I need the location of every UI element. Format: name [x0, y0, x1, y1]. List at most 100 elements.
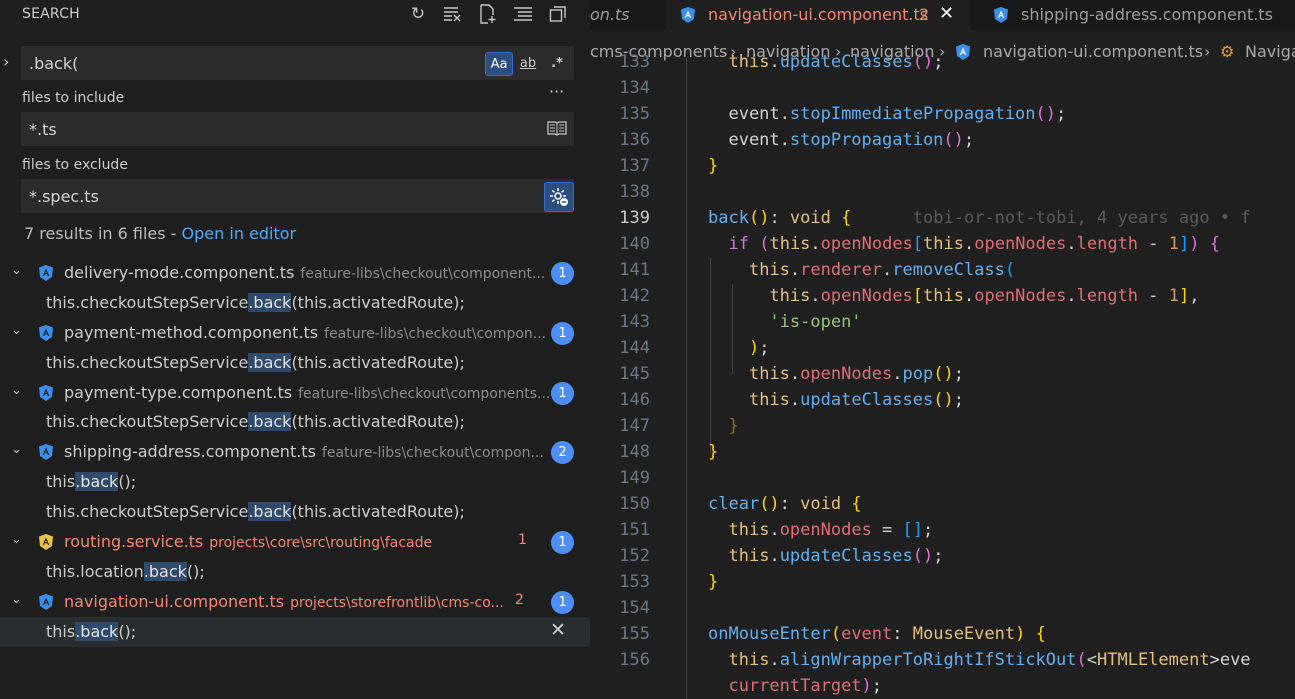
- angular-icon: [681, 7, 695, 27]
- chevron-down-icon[interactable]: ⌄: [11, 532, 22, 547]
- toggle-replace-icon[interactable]: ›: [3, 52, 9, 71]
- match-highlight: .back: [143, 562, 187, 581]
- angular-icon: [39, 444, 53, 460]
- breadcrumb-item[interactable]: navigation-ui.component.ts: [983, 42, 1203, 61]
- result-file-name: delivery-mode.component.ts feature-libs\c…: [64, 263, 546, 282]
- line-number: 142: [619, 286, 650, 306]
- code-line: }: [708, 572, 719, 592]
- view-as-tree-icon[interactable]: [546, 3, 570, 25]
- match-highlight: .back: [75, 622, 119, 641]
- fold-gutter-line: [686, 58, 687, 699]
- include-value: *.ts: [29, 120, 57, 139]
- match-case-toggle[interactable]: Aa: [485, 52, 513, 76]
- result-file-path: feature-libs\checkout\compon...: [324, 326, 547, 342]
- code-line: clear(): void {: [708, 494, 862, 514]
- result-file-name: payment-method.component.ts feature-libs\…: [64, 323, 547, 342]
- line-number: 154: [619, 598, 650, 618]
- result-file-name: navigation-ui.component.ts projects\store…: [64, 592, 504, 611]
- match-text: this.back();: [46, 472, 137, 491]
- angular-icon: [39, 534, 53, 550]
- git-blame[interactable]: tobi-or-not-tobi, 4 years ago • f: [913, 208, 1251, 228]
- search-input[interactable]: .back( Aa ab .*: [21, 46, 574, 80]
- sidebar-header: SEARCH ↻: [0, 0, 590, 28]
- line-number: 144: [619, 338, 650, 358]
- line-number: 156: [619, 650, 650, 670]
- match-text: this.location.back();: [46, 562, 205, 581]
- line-number: 147: [619, 416, 650, 436]
- tab-shipping-address[interactable]: shipping-address.component.ts: [980, 0, 1295, 30]
- result-file-row[interactable]: ⌄ payment-type.component.ts feature-libs\c…: [0, 378, 590, 408]
- line-number: 143: [619, 312, 650, 332]
- result-match-line[interactable]: this.location.back();: [0, 557, 590, 587]
- toggle-details-icon[interactable]: ···: [549, 82, 564, 101]
- chevron-down-icon[interactable]: ⌄: [11, 263, 22, 278]
- chevron-down-icon[interactable]: ⌄: [11, 383, 22, 398]
- match-text: this.checkoutStepService.back(this.activ…: [46, 502, 465, 521]
- match-highlight: .back: [248, 293, 292, 312]
- chevron-down-icon[interactable]: ⌄: [11, 442, 22, 457]
- chevron-down-icon[interactable]: ⌄: [11, 592, 22, 607]
- new-search-editor-icon[interactable]: [476, 3, 500, 25]
- match-highlight: .back: [248, 412, 292, 431]
- header-actions: ↻: [406, 3, 570, 25]
- code-line: if (this.openNodes[this.openNodes.length…: [728, 234, 1221, 254]
- search-value: .back(: [29, 54, 79, 73]
- tab-navigation-ui[interactable]: navigation-ui.component.ts 2 ✕: [666, 0, 970, 30]
- code-line: }: [708, 156, 719, 176]
- summary-text: 7 results in 6 files -: [24, 224, 182, 243]
- include-input[interactable]: *.ts: [21, 112, 574, 146]
- result-file-row[interactable]: ⌄ delivery-mode.component.ts feature-libs\…: [0, 258, 590, 288]
- tab-previous[interactable]: on.ts: [590, 0, 666, 30]
- problem-count: 2: [515, 592, 524, 608]
- result-file-path: projects\core\src\routing\facade: [209, 535, 433, 551]
- line-number: 140: [619, 234, 650, 254]
- breadcrumb-item[interactable]: Naviga: [1245, 42, 1295, 61]
- result-file-path: feature-libs\checkout\component...: [300, 266, 546, 282]
- line-number: 152: [619, 546, 650, 566]
- gear-exclude-icon[interactable]: [544, 182, 574, 212]
- exclude-value: *.spec.ts: [29, 187, 99, 206]
- book-icon[interactable]: [547, 120, 567, 140]
- search-sidebar: SEARCH ↻ › .back( Aa ab .* ··· files to …: [0, 0, 590, 699]
- line-number: 136: [619, 130, 650, 150]
- clear-results-icon[interactable]: [441, 3, 465, 25]
- line-number: 153: [619, 572, 650, 592]
- symbol-icon: ⚙: [1220, 42, 1235, 61]
- result-match-line[interactable]: this.checkoutStepService.back(this.activ…: [0, 348, 590, 378]
- tab-close-icon[interactable]: ✕: [939, 3, 954, 24]
- code-line: this.updateClasses();: [728, 52, 944, 72]
- result-file-row[interactable]: ⌄ payment-method.component.ts feature-libs…: [0, 318, 590, 348]
- result-count-badge: 2: [551, 441, 574, 464]
- code-line: );: [748, 338, 770, 358]
- dismiss-icon[interactable]: ✕: [550, 619, 566, 641]
- collapse-all-icon[interactable]: [511, 3, 535, 25]
- result-file-row[interactable]: ⌄ routing.service.ts projects\core\src\rou…: [0, 527, 590, 557]
- result-file-row[interactable]: ⌄ navigation-ui.component.ts projects\stor…: [0, 587, 590, 617]
- chevron-down-icon[interactable]: ⌄: [11, 323, 22, 338]
- code-line: this.alignWrapperToRightIfStickOut(<HTML…: [728, 650, 1251, 670]
- exclude-input[interactable]: *.spec.ts: [21, 179, 574, 213]
- line-number: 155: [619, 624, 650, 644]
- result-match-line[interactable]: this.back(); ✕: [0, 617, 590, 647]
- exclude-label: files to exclude: [22, 157, 128, 173]
- result-match-line[interactable]: this.checkoutStepService.back(this.activ…: [0, 407, 590, 437]
- result-count-badge: 1: [551, 322, 574, 345]
- result-match-line[interactable]: this.checkoutStepService.back(this.activ…: [0, 497, 590, 527]
- regex-toggle[interactable]: .*: [545, 52, 569, 74]
- result-match-line[interactable]: this.checkoutStepService.back(this.activ…: [0, 288, 590, 318]
- open-in-editor-link[interactable]: Open in editor: [182, 224, 297, 243]
- result-count-badge: 1: [551, 382, 574, 405]
- line-number: 145: [619, 364, 650, 384]
- refresh-icon[interactable]: ↻: [406, 3, 430, 25]
- line-number: 150: [619, 494, 650, 514]
- angular-icon: [39, 594, 53, 610]
- line-number: 141: [619, 260, 650, 280]
- code-line: }: [728, 416, 739, 436]
- line-number: 134: [619, 78, 650, 98]
- line-number: 137: [619, 156, 650, 176]
- problem-count: 1: [518, 532, 527, 548]
- angular-icon: [39, 385, 53, 401]
- result-match-line[interactable]: this.back();: [0, 467, 590, 497]
- whole-word-toggle[interactable]: ab: [515, 52, 541, 74]
- result-file-row[interactable]: ⌄ shipping-address.component.ts feature-li…: [0, 437, 590, 467]
